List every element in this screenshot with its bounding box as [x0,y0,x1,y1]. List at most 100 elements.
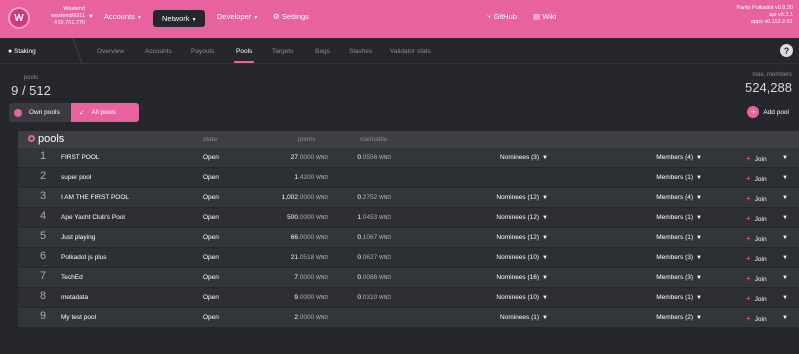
apps-version: apps v0.113.2-51 [750,19,793,25]
menu-settings[interactable]: ⚙ Settings [273,12,309,21]
members-dropdown[interactable]: Members (3) ▼ [632,274,702,281]
members-dropdown[interactable]: Members (3) ▼ [632,254,702,261]
join-options-chevron-icon[interactable]: ▼ [782,294,788,301]
join-button[interactable]: + Join [746,294,767,303]
staking-section[interactable]: ● Staking [8,48,36,55]
table-row: 1 FIRST POOL Open 27.0000 WND 0.0556 WND Nomi… [18,148,799,168]
menu-network-label: Network [162,14,190,23]
join-button[interactable]: + Join [746,154,767,163]
own-pools-label: Own pools [29,109,60,116]
members-label: Members (1) [656,234,694,241]
join-label: Join [754,316,767,323]
tab-overview[interactable]: Overview [97,48,124,55]
claim-dec: .0086 [360,274,378,281]
github-icon: ⑂ [487,12,492,21]
plus-icon: + [746,154,751,163]
tab-bags[interactable]: Bags [315,48,330,55]
help-icon[interactable]: ? [780,44,793,57]
join-options-chevron-icon[interactable]: ▼ [782,274,788,281]
table-row: 5 Just playing Open 66.0000 WND 0.1067 WND No… [18,228,799,248]
join-options-chevron-icon[interactable]: ▼ [782,194,788,201]
menu-accounts[interactable]: Accounts ▼ [104,12,142,21]
pool-state: Open [203,214,219,221]
table-row: 3 I AM THE FIRST POOL Open 1,002.0000 WND 0.… [18,188,799,208]
all-pools-button[interactable]: ✓ All pools [71,103,139,122]
members-dropdown[interactable]: Members (1) ▼ [632,214,702,221]
join-options-chevron-icon[interactable]: ▼ [782,154,788,161]
join-options-chevron-icon[interactable]: ▼ [782,314,788,321]
members-dropdown[interactable]: Members (4) ▼ [632,154,702,161]
claim-unit: WND [379,235,391,241]
table-title: pools [28,133,64,145]
members-label: Members (3) [656,254,694,261]
points-dec: .0000 [297,194,315,201]
top-navbar: W Westend westend/9311 #10,761,770 ▼ Acc… [0,0,799,38]
members-dropdown[interactable]: Members (1) ▼ [632,174,702,181]
join-options-chevron-icon[interactable]: ▼ [782,254,788,261]
nominees-dropdown[interactable]: Nominees (12) ▼ [478,234,548,241]
nominees-dropdown[interactable]: Nominees (10) ▼ [478,294,548,301]
tab-pools[interactable]: Pools [236,48,252,55]
chevron-down-icon: ▼ [542,215,548,221]
chevron-down-icon: ▼ [542,275,548,281]
nominees-dropdown[interactable]: Nominees (16) ▼ [478,274,548,281]
nominees-dropdown[interactable]: Nominees (12) ▼ [478,194,548,201]
chevron-down-icon: ▼ [542,255,548,261]
join-button[interactable]: + Join [746,314,767,323]
book-icon: ▤ [533,12,541,21]
tab-targets[interactable]: Targets [272,48,293,55]
join-button[interactable]: + Join [746,254,767,263]
points-dec: .0000 [297,314,315,321]
plus-icon: + [746,294,751,303]
join-button[interactable]: + Join [746,214,767,223]
pool-claimable: 0.0627 WND [318,254,391,261]
header-state: state [203,136,218,143]
chevron-down-icon: ▼ [542,155,548,161]
menu-network[interactable]: Network ▼ [153,10,205,27]
join-label: Join [754,236,767,243]
pool-state: Open [203,234,219,241]
join-options-chevron-icon[interactable]: ▼ [782,214,788,221]
westend-logo-icon[interactable]: W [8,7,30,29]
members-dropdown[interactable]: Members (1) ▼ [632,294,702,301]
claim-unit: WND [379,195,391,201]
nominees-dropdown[interactable]: Nominees (10) ▼ [478,254,548,261]
pool-name: My test pool [61,314,97,321]
wiki-link[interactable]: ▤ Wiki [533,12,556,21]
nominees-dropdown[interactable]: Nominees (1) ▼ [478,314,548,321]
pool-state: Open [203,294,219,301]
menu-developer[interactable]: Developer ▼ [217,12,258,21]
tab-validator-stats[interactable]: Validator stats [390,48,431,55]
dot-icon [14,108,22,117]
join-button[interactable]: + Join [746,174,767,183]
join-button[interactable]: + Join [746,274,767,283]
join-button[interactable]: + Join [746,194,767,203]
pool-name: super pool [61,174,92,181]
table-body: 1 FIRST POOL Open 27.0000 WND 0.0556 WND Nomi… [18,148,799,328]
pools-summary: pools 9 / 512 [7,75,55,98]
pool-name: TechEd [61,274,83,281]
join-options-chevron-icon[interactable]: ▼ [782,234,788,241]
chevron-down-icon: ▼ [542,295,548,301]
join-button[interactable]: + Join [746,234,767,243]
nominees-dropdown[interactable]: Nominees (12) ▼ [478,214,548,221]
own-pools-button[interactable]: Own pools [9,103,71,122]
github-link[interactable]: ⑂ GitHub [487,12,517,21]
members-dropdown[interactable]: Members (4) ▼ [632,194,702,201]
join-options-chevron-icon[interactable]: ▼ [782,174,788,181]
points-dec: .0000 [297,214,315,221]
chevron-down-icon: ▼ [782,215,788,221]
pools-table: pools state points claimable 1 FIRST POOL… [18,131,799,328]
add-pool-button[interactable]: + Add pool [747,106,789,118]
tab-payouts[interactable]: Payouts [191,48,215,55]
pool-points: 2.0000 WND [248,314,328,321]
members-dropdown[interactable]: Members (1) ▼ [632,234,702,241]
tab-slashes[interactable]: Slashes [349,48,372,55]
header-points: points [298,136,316,143]
nominees-dropdown[interactable]: Nominees (3) ▼ [478,154,548,161]
tab-accounts[interactable]: Accounts [145,48,172,55]
chevron-down-icon: ▼ [782,315,788,321]
members-dropdown[interactable]: Members (2) ▼ [632,314,702,321]
chain-selector[interactable]: Westend westend/9311 #10,761,770 ▼ [35,6,94,27]
github-label: GitHub [493,12,517,21]
